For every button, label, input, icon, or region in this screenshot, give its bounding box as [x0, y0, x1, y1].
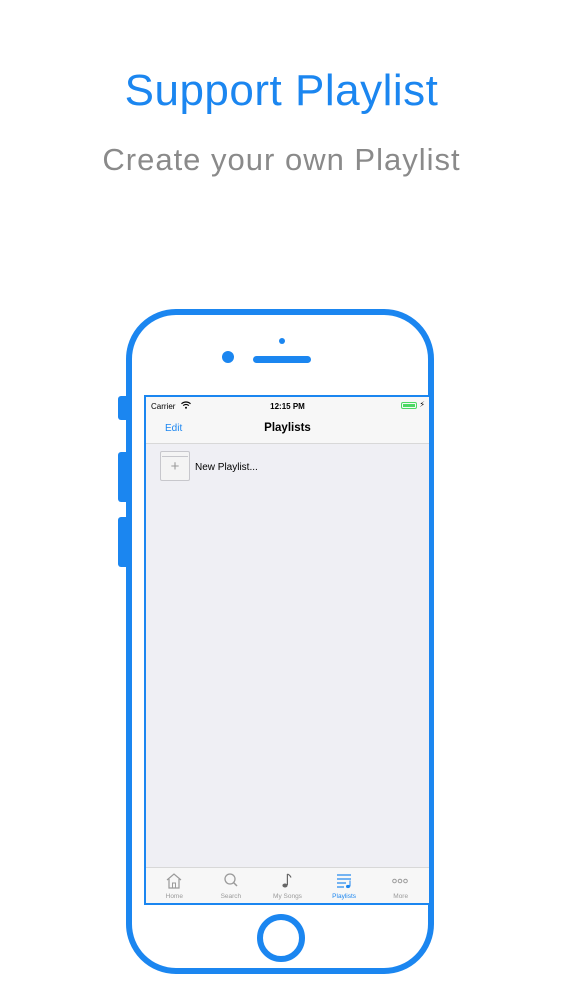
- phone-speaker: [253, 356, 311, 363]
- tab-more-label: More: [393, 893, 409, 900]
- phone-home-button: [257, 914, 305, 962]
- tab-my-songs-label: My Songs: [273, 893, 302, 900]
- battery-icon: [401, 402, 417, 409]
- status-time: 12:15 PM: [270, 402, 305, 411]
- tab-search-label: Search: [220, 893, 242, 900]
- plus-icon: +: [170, 458, 180, 475]
- phone-sensor: [279, 338, 285, 344]
- tab-home[interactable]: Home: [146, 868, 203, 903]
- tab-bar: Home Search My Songs Playlists More: [146, 867, 429, 903]
- phone-camera: [222, 351, 234, 363]
- phone-screen: Carrier 12:15 PM ⚡ Edit Playlists + New …: [144, 395, 431, 905]
- new-playlist-label: New Playlist...: [195, 462, 258, 473]
- promo-subline: Create your own Playlist: [102, 142, 461, 177]
- tab-home-label: Home: [165, 893, 183, 900]
- add-playlist-icon: +: [160, 451, 190, 481]
- playlist-icon: [336, 874, 351, 889]
- tab-more[interactable]: More: [372, 868, 429, 903]
- more-icon: [392, 878, 409, 884]
- navigation-bar: Edit Playlists: [146, 415, 429, 444]
- search-icon: [223, 873, 238, 887]
- home-icon: [166, 873, 182, 889]
- tab-playlists-label: Playlists: [332, 893, 357, 900]
- music-note-icon: [282, 873, 292, 888]
- tab-search[interactable]: Search: [203, 868, 260, 903]
- page-title: Playlists: [264, 422, 311, 434]
- promo-page: Support Playlist Create your own Playlis…: [0, 0, 563, 1000]
- status-bar: Carrier 12:15 PM ⚡: [146, 397, 429, 415]
- charging-bolt-icon: ⚡: [419, 400, 425, 409]
- promo-headline: Support Playlist: [124, 66, 439, 115]
- new-playlist-row[interactable]: + New Playlist...: [146, 444, 429, 488]
- tab-playlists[interactable]: Playlists: [316, 868, 373, 903]
- tab-my-songs[interactable]: My Songs: [259, 868, 316, 903]
